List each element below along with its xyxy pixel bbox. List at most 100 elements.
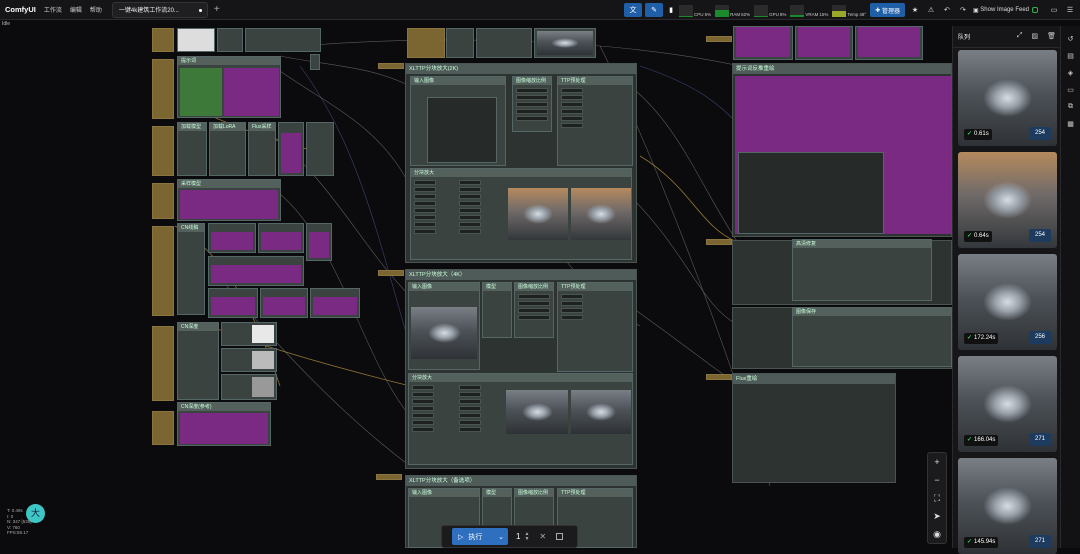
node[interactable] <box>733 26 793 60</box>
cn-depth-ref-node[interactable]: CN深度(参考) <box>177 402 271 446</box>
expand-icon[interactable]: ⤢ <box>1017 32 1023 40</box>
pointer-icon[interactable]: ➤ <box>928 507 946 525</box>
reroute-hub[interactable] <box>310 54 320 70</box>
broom-icon[interactable]: ⚠ <box>925 6 937 14</box>
queue-item[interactable]: ✓ 145.94s 271 <box>958 458 1057 554</box>
node[interactable] <box>855 26 923 60</box>
queue-item[interactable]: ✓ 166.04s 271 <box>958 356 1057 452</box>
reroute-node[interactable] <box>152 126 174 176</box>
flux-sampler-node[interactable]: Flux采样 <box>248 122 276 176</box>
node[interactable] <box>221 348 277 372</box>
menu-icon[interactable]: ☰ <box>1064 6 1076 14</box>
trash-icon[interactable]: 🗑 <box>1047 32 1056 40</box>
node-canvas[interactable]: 提示词 加载模型 加载LoRA Flux采样 采样模型 CN线稿 CN深度 CN… <box>0 26 952 548</box>
reroute-node[interactable] <box>407 28 445 58</box>
menu-edit[interactable]: 编辑 <box>70 5 82 14</box>
model-node-4k[interactable]: 模型 <box>482 282 512 338</box>
image-preview-node[interactable] <box>177 28 215 52</box>
node[interactable] <box>208 223 256 253</box>
image-save-node[interactable]: 图像保存 <box>792 307 952 367</box>
node[interactable] <box>245 28 321 52</box>
workflow-tab[interactable]: 一键4k建筑工作流20... <box>111 1 208 18</box>
ttp-preprocess-node-4k[interactable]: TTP预处理 <box>557 282 633 372</box>
node[interactable] <box>310 288 360 318</box>
batch-stepper[interactable]: ▲ ▼ <box>524 531 529 542</box>
reroute-node[interactable] <box>378 270 404 276</box>
reroute-node[interactable] <box>152 59 174 119</box>
model-library-icon[interactable]: ◈ <box>1061 69 1080 77</box>
translate-icon[interactable]: 文 <box>624 3 643 17</box>
menu-help[interactable]: 帮助 <box>90 5 102 14</box>
node-title: 加载模型 <box>178 123 206 131</box>
node[interactable] <box>221 322 277 346</box>
node-library-icon[interactable]: ▤ <box>1061 52 1080 60</box>
node[interactable] <box>306 223 332 261</box>
reroute-node[interactable] <box>706 239 732 245</box>
brush-icon[interactable]: ✎ <box>645 3 664 17</box>
show-image-feed-toggle[interactable]: ▣ Show Image Feed <box>973 7 1038 14</box>
node[interactable] <box>221 374 277 400</box>
node[interactable] <box>306 122 334 176</box>
fit-view-icon[interactable]: ⛶ <box>928 489 946 507</box>
stop-icon[interactable] <box>556 533 564 540</box>
run-button[interactable]: ▷ 执行 ⌄ <box>452 528 508 545</box>
node[interactable] <box>795 26 853 60</box>
reroute-node[interactable] <box>152 326 174 401</box>
undo-icon[interactable]: ↶ <box>941 6 953 14</box>
reroute-node[interactable] <box>152 411 174 445</box>
node[interactable] <box>258 223 304 253</box>
workflows-icon[interactable]: ▭ <box>1061 86 1080 94</box>
cancel-run-icon[interactable]: ✕ <box>539 532 546 541</box>
input-image-node-4k[interactable]: 输入图像 <box>408 282 480 370</box>
node[interactable] <box>278 122 304 176</box>
node[interactable] <box>208 256 304 286</box>
reroute-node[interactable] <box>152 226 174 316</box>
load-lora-node[interactable]: 加载LoRA <box>209 122 246 176</box>
reroute-node[interactable] <box>706 374 732 380</box>
reroute-node[interactable] <box>378 63 404 69</box>
node[interactable] <box>217 28 243 52</box>
ttp-preprocess-node[interactable]: TTP预处理 <box>557 76 633 166</box>
prompt-node[interactable]: 提示词 <box>177 56 281 118</box>
queue-item[interactable]: ✓ 172.24s 256 <box>958 254 1057 350</box>
share-icon[interactable]: ↷ <box>957 6 969 14</box>
scale-ratio-node-4k[interactable]: 图像缩放比例 <box>514 282 554 338</box>
star-icon[interactable]: ★ <box>909 6 921 14</box>
reroute-node[interactable] <box>376 474 402 480</box>
group-flux-redraw[interactable]: Flux重绘 <box>732 373 896 483</box>
group-prompt-redraw[interactable]: 提示词反推重绘 <box>732 63 952 237</box>
new-tab-plus-icon[interactable]: + <box>214 4 220 15</box>
queue-item[interactable]: ✓ 0.64s 254 <box>958 152 1057 248</box>
sampler-model-node[interactable]: 采样模型 <box>177 179 281 221</box>
panel-icon[interactable]: ▭ <box>1048 6 1060 14</box>
eye-icon[interactable]: ◉ <box>928 525 946 543</box>
menu-workflow[interactable]: 工作流 <box>44 5 62 14</box>
cn-depth-node[interactable]: CN深度 <box>177 322 219 400</box>
scale-ratio-node[interactable]: 图像缩放比例 <box>512 76 552 132</box>
image-icon[interactable]: ▨ <box>1031 32 1038 40</box>
zoom-out-icon[interactable]: − <box>928 471 946 489</box>
cn-lineart-node[interactable]: CN线稿 <box>177 223 205 315</box>
node[interactable] <box>476 28 532 58</box>
zoom-in-icon[interactable]: + <box>928 453 946 471</box>
reroute-node[interactable] <box>706 36 732 42</box>
chevron-down-icon[interactable]: ⌄ <box>498 533 504 541</box>
manager-button[interactable]: ✚ 管理器 <box>870 3 905 17</box>
node[interactable] <box>208 288 258 318</box>
hires-fix-node[interactable]: 高清修复 <box>792 239 932 301</box>
input-image-node[interactable]: 输入图像 <box>410 76 506 166</box>
reroute-node[interactable] <box>152 28 174 52</box>
node[interactable] <box>446 28 474 58</box>
tile-upscale-node-4k[interactable]: 分块放大 <box>408 373 633 465</box>
node[interactable] <box>534 28 596 58</box>
templates-icon[interactable]: ⧉ <box>1061 103 1080 111</box>
batch-count-input[interactable]: 1 <box>516 532 520 541</box>
load-model-node[interactable]: 加载模型 <box>177 122 207 176</box>
reroute-node[interactable] <box>152 183 174 219</box>
node[interactable] <box>260 288 308 318</box>
bookmark-icon[interactable]: ▮ <box>666 3 676 17</box>
tile-upscale-node[interactable]: 分块放大 <box>410 168 632 260</box>
queue-icon[interactable]: ▦ <box>1061 120 1080 128</box>
history-icon[interactable]: ↺ <box>1061 35 1080 43</box>
queue-item[interactable]: ✓ 0.61s 254 <box>958 50 1057 146</box>
